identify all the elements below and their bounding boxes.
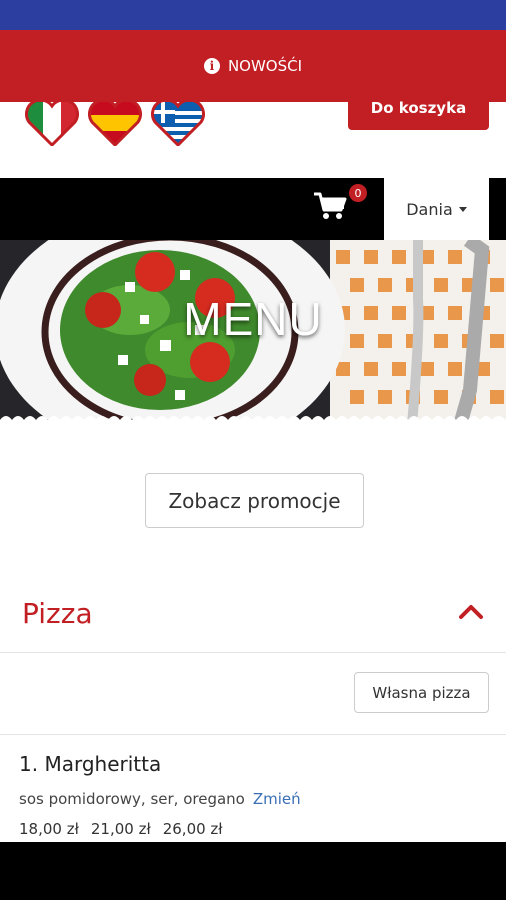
caret-down-icon	[458, 206, 467, 212]
own-pizza-button[interactable]: Własna pizza	[354, 672, 489, 713]
change-ingredients-link[interactable]: Zmień	[253, 790, 301, 808]
own-pizza-row: Własna pizza	[0, 653, 506, 735]
item-name: 1. Margheritta	[19, 752, 162, 776]
hero-banner: MENU	[0, 240, 506, 425]
item-description: sos pomidorowy, ser, oregano	[19, 790, 245, 808]
italy-flag-icon[interactable]	[25, 102, 79, 146]
chevron-up-icon[interactable]	[458, 601, 484, 621]
item-price-medium[interactable]: 21,00 zł	[91, 820, 151, 838]
dishes-dropdown-button[interactable]: Dania	[384, 178, 489, 240]
info-icon: i	[203, 58, 220, 74]
language-flags	[25, 102, 205, 146]
hero-title: MENU	[183, 293, 323, 345]
greece-flag-icon[interactable]	[151, 102, 205, 146]
item-price-large[interactable]: 26,00 zł	[163, 820, 223, 838]
add-to-cart-button[interactable]: Do koszyka	[348, 90, 489, 130]
item-description-row: sos pomidorowy, ser, oregano Zmień	[19, 790, 301, 808]
news-label: NOWOŚĆI	[227, 57, 303, 75]
menu-item: 1. Margheritta sos pomidorowy, ser, oreg…	[0, 735, 506, 842]
item-prices: 18,00 zł 21,00 zł 26,00 zł	[19, 820, 223, 838]
dishes-dropdown-label: Dania	[406, 199, 453, 219]
see-promotions-button[interactable]: Zobacz promocje	[145, 473, 364, 528]
cart-count-badge: 0	[349, 184, 367, 202]
spain-flag-icon[interactable]	[88, 102, 142, 146]
system-navigation-bar	[0, 842, 506, 900]
cart-icon[interactable]	[312, 190, 348, 222]
category-title: Pizza	[22, 597, 93, 630]
item-price-small[interactable]: 18,00 zł	[19, 820, 79, 838]
category-header-pizza[interactable]: Pizza	[0, 575, 506, 653]
status-bar	[0, 0, 506, 30]
